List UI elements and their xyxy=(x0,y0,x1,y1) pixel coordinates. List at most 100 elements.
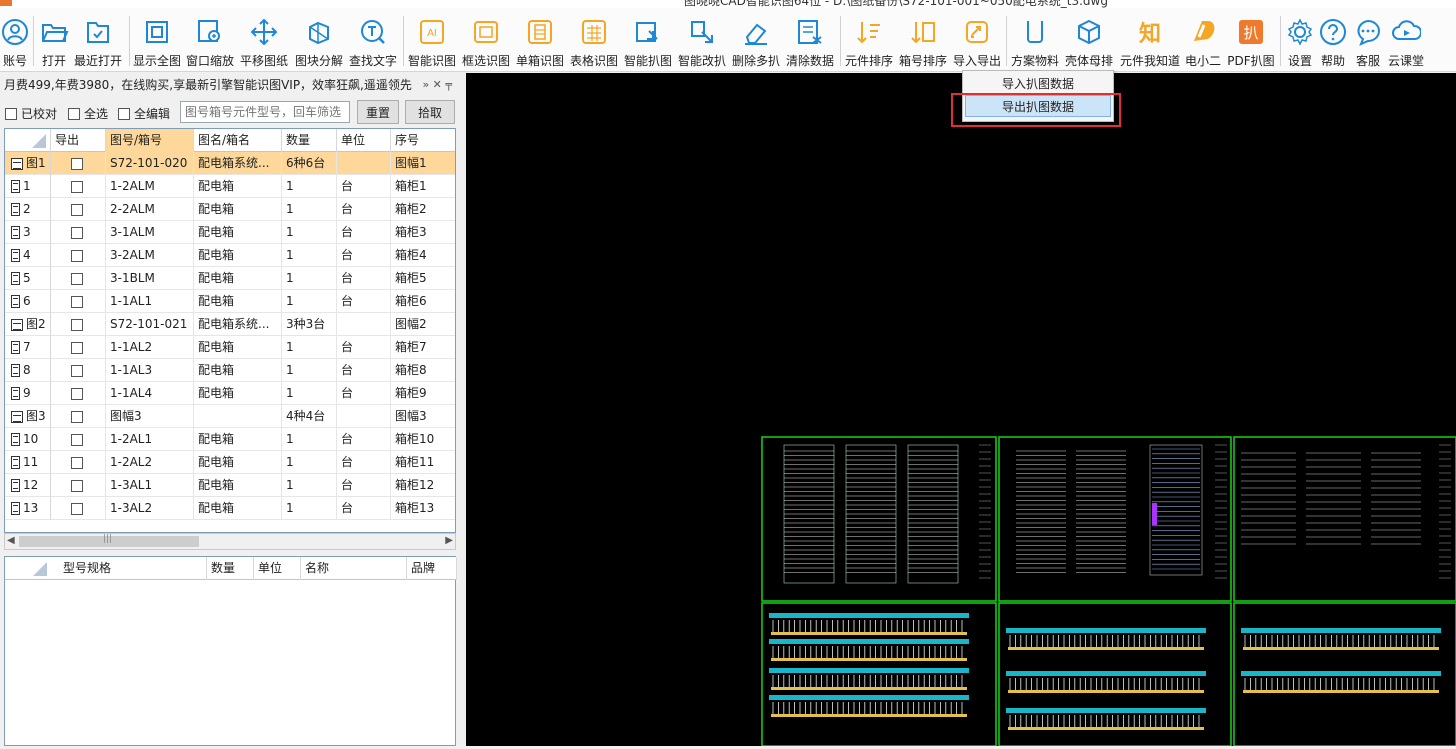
toolbar-button-import-export[interactable]: 导入导出 xyxy=(947,8,1007,72)
toolbar-button-ai-recognize[interactable]: AI 智能识图 xyxy=(402,8,462,72)
export-checkbox[interactable] xyxy=(71,364,83,377)
toolbar-button-find-text[interactable]: 查找文字 xyxy=(343,8,403,72)
row-header[interactable]: 图3 xyxy=(5,405,51,428)
toolbar-button-sort-boxes[interactable]: 箱号排序 xyxy=(893,8,953,72)
table-row[interactable]: 图2 S72-101-021 配电箱系统... 3种3台 图幅2 xyxy=(5,313,455,336)
export-checkbox[interactable] xyxy=(71,272,83,285)
export-cell[interactable] xyxy=(51,152,106,175)
toolbar-button-smart-revise[interactable]: 智能改扒 xyxy=(672,8,732,72)
toolbar-button-zoom-window[interactable]: 窗口缩放 xyxy=(180,8,240,72)
export-cell[interactable] xyxy=(51,198,106,221)
row-header[interactable]: 8 xyxy=(5,359,51,382)
table-row[interactable]: 5 3-1BLM 配电箱 1 台箱柜5 xyxy=(5,267,455,290)
toolbar-button-single-box[interactable]: 单箱识图 xyxy=(510,8,570,72)
export-checkbox[interactable] xyxy=(71,410,83,423)
scroll-thumb[interactable]: ||| xyxy=(19,534,199,547)
edit-all-checkbox[interactable]: 全编辑 xyxy=(118,105,170,122)
checked-filter-checkbox[interactable]: 已校对 xyxy=(5,105,57,122)
row-header[interactable]: 3 xyxy=(5,221,51,244)
scroll-right-icon[interactable]: ▶ xyxy=(445,535,453,546)
export-checkbox[interactable] xyxy=(71,157,83,170)
table-row[interactable]: 2 2-2ALM 配电箱 1 台箱柜2 xyxy=(5,198,455,221)
detail-column-header[interactable]: 品牌 xyxy=(407,557,457,580)
export-cell[interactable] xyxy=(51,175,106,198)
row-header[interactable]: 12 xyxy=(5,474,51,497)
export-checkbox[interactable] xyxy=(71,433,83,446)
toolbar-button-explode-block[interactable]: 图块分解 xyxy=(289,8,349,72)
scroll-left-icon[interactable]: ◀ xyxy=(7,535,15,546)
export-cell[interactable] xyxy=(51,290,106,313)
toolbar-button-sort-components[interactable]: 元件排序 xyxy=(839,8,899,72)
search-input[interactable] xyxy=(180,101,350,123)
menu-import-extract-data[interactable]: 导入扒图数据 xyxy=(965,73,1111,95)
table-row[interactable]: 1 1-2ALM 配电箱 1 台箱柜1 xyxy=(5,175,455,198)
export-checkbox[interactable] xyxy=(71,249,83,262)
export-checkbox[interactable] xyxy=(71,180,83,193)
reset-button[interactable]: 重置 xyxy=(357,100,399,124)
column-header[interactable]: 数量 xyxy=(282,129,337,152)
export-checkbox[interactable] xyxy=(71,479,83,492)
row-header[interactable]: 10 xyxy=(5,428,51,451)
export-cell[interactable] xyxy=(51,382,106,405)
row-header[interactable]: 图1 xyxy=(5,152,51,175)
row-header[interactable]: 5 xyxy=(5,267,51,290)
toolbar-button-clear-data[interactable]: 清除数据 xyxy=(780,8,840,72)
export-checkbox[interactable] xyxy=(71,318,83,331)
toolbar-button-box-select[interactable]: 框选识图 xyxy=(456,8,516,72)
row-header[interactable]: 11 xyxy=(5,451,51,474)
export-checkbox[interactable] xyxy=(71,387,83,400)
checkbox-box[interactable] xyxy=(5,107,17,120)
table-row[interactable]: 13 1-3AL2 配电箱 1 台箱柜13 xyxy=(5,497,455,520)
export-cell[interactable] xyxy=(51,359,106,382)
horizontal-scrollbar[interactable]: ◀ ||| ▶ xyxy=(4,533,456,550)
column-header[interactable]: 图号/箱号 xyxy=(106,129,194,152)
row-header[interactable]: 6 xyxy=(5,290,51,313)
detail-column-header[interactable]: 单位 xyxy=(254,557,301,580)
export-cell[interactable] xyxy=(51,244,106,267)
export-cell[interactable] xyxy=(51,336,106,359)
export-checkbox[interactable] xyxy=(71,203,83,216)
row-header[interactable]: 1 xyxy=(5,175,51,198)
row-header[interactable]: 9 xyxy=(5,382,51,405)
export-cell[interactable] xyxy=(51,405,106,428)
cad-canvas[interactable] xyxy=(466,73,1456,747)
row-header[interactable]: 图2 xyxy=(5,313,51,336)
table-row[interactable]: 6 1-1AL1 配电箱 1 台箱柜6 xyxy=(5,290,455,313)
table-row[interactable]: 11 1-2AL2 配电箱 1 台箱柜11 xyxy=(5,451,455,474)
column-header[interactable]: 序号 xyxy=(391,129,455,152)
export-cell[interactable] xyxy=(51,267,106,290)
select-all-checkbox[interactable]: 全选 xyxy=(68,105,108,122)
export-checkbox[interactable] xyxy=(71,341,83,354)
checkbox-box[interactable] xyxy=(68,107,80,120)
row-header[interactable]: 4 xyxy=(5,244,51,267)
table-row[interactable]: 9 1-1AL4 配电箱 1 台箱柜9 xyxy=(5,382,455,405)
table-row[interactable]: 图1 S72-101-020 配电箱系统... 6种6台 图幅1 xyxy=(5,152,455,175)
toolbar-button-table-recognize[interactable]: 表格识图 xyxy=(564,8,624,72)
detail-column-header[interactable]: 名称 xyxy=(301,557,407,580)
table-row[interactable]: 7 1-1AL2 配电箱 1 台箱柜7 xyxy=(5,336,455,359)
toolbar-button-pan[interactable]: 平移图纸 xyxy=(234,8,294,72)
toolbar-button-material[interactable]: 方案物料 xyxy=(1005,8,1065,72)
export-checkbox[interactable] xyxy=(71,456,83,469)
column-header[interactable]: 图名/箱名 xyxy=(194,129,282,152)
export-cell[interactable] xyxy=(51,497,106,520)
toolbar-button-folder-recent[interactable]: 最近打开 xyxy=(68,8,128,72)
pick-button[interactable]: 拾取 xyxy=(405,100,455,124)
detail-column-header[interactable]: 数量 xyxy=(207,557,254,580)
panel-pin-icon[interactable]: » ✕ ╤ xyxy=(422,73,452,97)
export-checkbox[interactable] xyxy=(71,502,83,515)
toolbar-button-cloud-class[interactable]: 云课堂 xyxy=(1376,8,1436,72)
export-cell[interactable] xyxy=(51,428,106,451)
toolbar-button-knowledge[interactable]: 知元件我知道 xyxy=(1120,8,1180,72)
row-header[interactable]: 13 xyxy=(5,497,51,520)
export-checkbox[interactable] xyxy=(71,295,83,308)
table-row[interactable]: 12 1-3AL1 配电箱 1 台箱柜12 xyxy=(5,474,455,497)
export-cell[interactable] xyxy=(51,474,106,497)
checkbox-box[interactable] xyxy=(118,107,130,120)
detail-column-header[interactable]: 型号规格 xyxy=(59,557,207,580)
toolbar-button-cube[interactable]: 壳体母排 xyxy=(1059,8,1119,72)
export-checkbox[interactable] xyxy=(71,226,83,239)
table-row[interactable]: 3 3-1ALM 配电箱 1 台箱柜3 xyxy=(5,221,455,244)
export-cell[interactable] xyxy=(51,313,106,336)
toolbar-button-smart-extract[interactable]: 智能扒图 xyxy=(618,8,678,72)
